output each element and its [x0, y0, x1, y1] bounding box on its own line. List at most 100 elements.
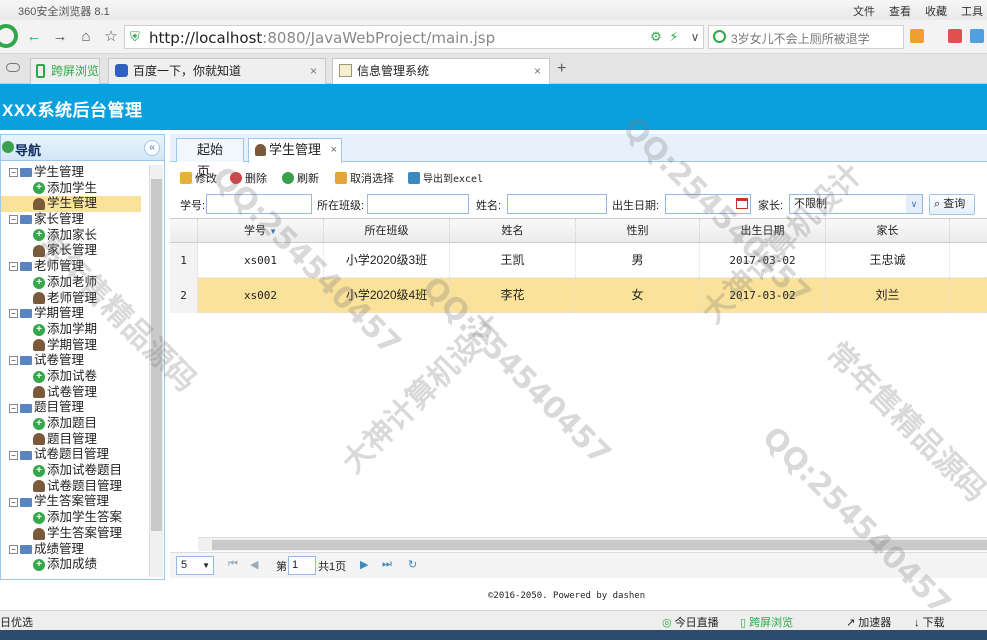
cloud-icon[interactable]	[6, 63, 20, 72]
class-input[interactable]	[367, 194, 469, 214]
star-icon[interactable]: ☆	[101, 27, 121, 47]
parent-select[interactable]: 不限制 ∨	[789, 194, 923, 214]
page-size-select[interactable]: 5 ▼	[176, 556, 214, 575]
sidebar-item[interactable]: + 添加题目	[1, 416, 149, 432]
close-icon[interactable]: ×	[310, 59, 317, 83]
apps-icon[interactable]	[910, 29, 924, 43]
collapse-toggle-icon[interactable]: −	[9, 309, 18, 319]
table-row[interactable]: 1 xs001 小学2020级3班 王凯 男 2017-03-02 王忠诚	[170, 243, 987, 278]
status-left[interactable]: 日优选	[0, 614, 33, 630]
collapse-toggle-icon[interactable]: −	[9, 262, 18, 272]
close-icon[interactable]: ×	[331, 139, 337, 161]
first-page-icon[interactable]: ⏮	[228, 558, 238, 571]
sidebar-item[interactable]: 学生答案管理	[1, 526, 149, 542]
tree-group[interactable]: − 试卷管理	[1, 353, 149, 369]
collapse-icon[interactable]: «	[144, 140, 160, 156]
tree-group[interactable]: − 学生答案管理	[1, 494, 149, 510]
sidebar-item[interactable]: + 添加学期	[1, 322, 149, 338]
cancel-selection-button[interactable]: 取消选择	[335, 170, 394, 186]
collapse-toggle-icon[interactable]: −	[9, 497, 18, 507]
settings-icon[interactable]: ⚙	[646, 27, 666, 47]
tree-group[interactable]: − 试卷题目管理	[1, 447, 149, 463]
sidebar-item[interactable]: 试卷题目管理	[1, 479, 149, 495]
birth-date-input[interactable]	[665, 194, 751, 214]
accelerator-button[interactable]: ↗ 加速器	[846, 614, 891, 630]
table-row-selected[interactable]: 2 xs002 小学2020级4班 李花 女 2017-03-02 刘兰	[170, 278, 987, 313]
sidebar-item[interactable]: + 添加试卷	[1, 369, 149, 385]
sidebar-item[interactable]: + 添加成绩	[1, 557, 149, 573]
menu-file[interactable]: 文件	[853, 3, 875, 19]
page-number-input[interactable]: 1	[288, 556, 316, 575]
refresh-button[interactable]: 刷新	[282, 170, 319, 186]
extension-icon[interactable]	[948, 29, 962, 43]
chevron-down-icon[interactable]: ∨	[906, 195, 922, 213]
collapse-toggle-icon[interactable]: −	[9, 168, 18, 178]
edit-button[interactable]: 修改	[180, 170, 217, 186]
student-no-input[interactable]	[206, 194, 312, 214]
collapse-toggle-icon[interactable]: −	[9, 544, 18, 554]
tab-home[interactable]: 起始页	[176, 138, 244, 179]
calendar-icon[interactable]	[736, 198, 748, 209]
scrollbar-thumb[interactable]	[151, 179, 162, 531]
menu-tools[interactable]: 工具	[961, 3, 983, 19]
tree-group[interactable]: − 家长管理	[1, 212, 149, 228]
download-button[interactable]: ↓ 下载	[914, 614, 945, 630]
tree-group[interactable]: − 成绩管理	[1, 542, 149, 558]
sidebar-item[interactable]: 学生管理	[1, 196, 141, 213]
query-button[interactable]: ⌕ 查询	[929, 194, 975, 215]
last-page-icon[interactable]: ⏭	[382, 558, 392, 571]
chevron-down-icon[interactable]: ∨	[685, 27, 705, 47]
reload-icon[interactable]: ↻	[408, 558, 417, 571]
column-header-parent[interactable]: 家长	[826, 219, 950, 243]
browser-tab-cross-screen[interactable]: 跨屏浏览	[30, 58, 100, 84]
tree-group[interactable]: − 学期管理	[1, 306, 149, 322]
tree-group[interactable]: − 题目管理	[1, 400, 149, 416]
grid-horizontal-scrollbar[interactable]	[198, 537, 987, 551]
column-header-student-no[interactable]: 学号 ▼	[198, 219, 324, 243]
sidebar-item[interactable]: 题目管理	[1, 432, 149, 448]
url-field[interactable]: ⛨ http://localhost:8080/JavaWebProject/m…	[124, 25, 704, 49]
live-button[interactable]: ◎ 今日直播	[662, 614, 719, 630]
column-header-sex[interactable]: 性别	[576, 219, 700, 243]
tree-group[interactable]: − 学生管理	[1, 165, 149, 181]
sidebar-item[interactable]: + 添加试卷题目	[1, 463, 149, 479]
sidebar-item[interactable]: 试卷管理	[1, 385, 149, 401]
sidebar-item[interactable]: + 添加学生答案	[1, 510, 149, 526]
home-icon[interactable]: ⌂	[76, 27, 96, 47]
tab-student-management[interactable]: 学生管理 ×	[248, 138, 342, 163]
menu-favorites[interactable]: 收藏	[925, 3, 947, 19]
next-page-icon[interactable]: ▶	[360, 558, 368, 571]
browser-tab-info-system[interactable]: 信息管理系统 ×	[332, 58, 550, 85]
sidebar-item[interactable]: + 添加老师	[1, 275, 149, 291]
collapse-toggle-icon[interactable]: −	[9, 450, 18, 460]
delete-button[interactable]: 删除	[230, 170, 267, 186]
column-header-class[interactable]: 所在班级	[324, 219, 450, 243]
menu-view[interactable]: 查看	[889, 3, 911, 19]
sidebar-item[interactable]: 家长管理	[1, 243, 149, 259]
close-icon[interactable]: ×	[534, 59, 541, 83]
collapse-toggle-icon[interactable]: −	[9, 215, 18, 225]
lightning-icon[interactable]: ⚡	[664, 27, 684, 47]
sidebar-item[interactable]: 老师管理	[1, 291, 149, 307]
sidebar-item[interactable]: + 添加家长	[1, 228, 149, 244]
cell-name: 李花	[450, 278, 576, 313]
name-input[interactable]	[507, 194, 607, 214]
column-header-name[interactable]: 姓名	[450, 219, 576, 243]
cross-screen-button[interactable]: ▯ 跨屏浏览	[740, 614, 793, 630]
scrollbar-thumb[interactable]	[212, 540, 987, 550]
export-excel-button[interactable]: 导出到excel	[408, 170, 483, 185]
search-input[interactable]: 3岁女儿不会上厕所被退学	[708, 25, 904, 49]
prev-page-icon[interactable]: ◀	[250, 558, 258, 571]
sidebar-item[interactable]: + 添加学生	[1, 181, 149, 197]
back-icon[interactable]: ←	[24, 27, 44, 47]
collapse-toggle-icon[interactable]: −	[9, 403, 18, 413]
extension-icon-2[interactable]	[970, 29, 984, 43]
browser-tab-baidu[interactable]: 百度一下，你就知道 ×	[108, 58, 326, 84]
tree-group[interactable]: − 老师管理	[1, 259, 149, 275]
column-header-birth[interactable]: 出生日期	[700, 219, 826, 243]
new-tab-icon[interactable]: +	[557, 60, 566, 78]
sidebar-scrollbar[interactable]	[149, 165, 163, 577]
sidebar-item[interactable]: 学期管理	[1, 338, 149, 354]
forward-icon[interactable]: →	[50, 27, 70, 47]
collapse-toggle-icon[interactable]: −	[9, 356, 18, 366]
